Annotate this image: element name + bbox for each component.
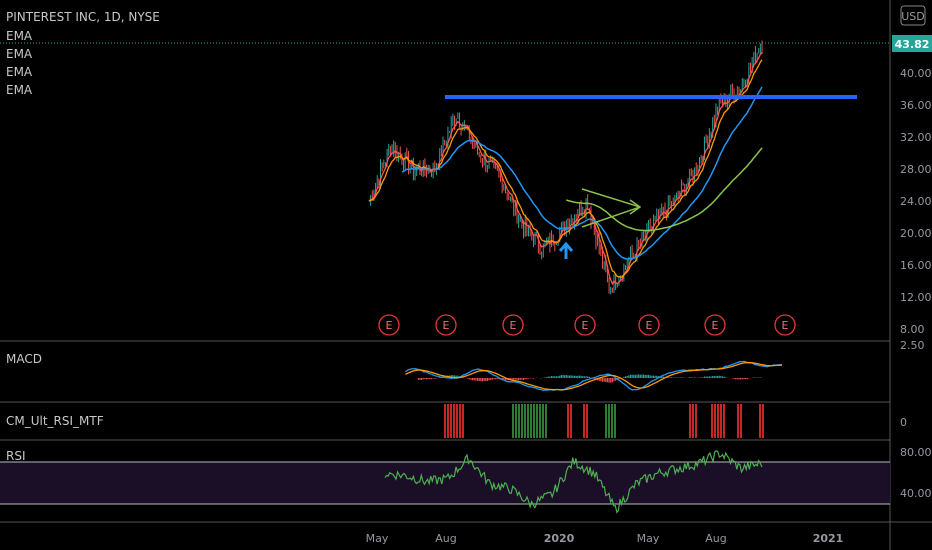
ema-label-2[interactable]: EMA [6, 47, 33, 61]
up-arrow-annotation [558, 241, 574, 259]
earnings-marker-label: E [386, 319, 393, 332]
price-axis[interactable]: 40.00 36.00 32.00 28.00 24.00 20.00 16.00 12.00… [900, 67, 932, 336]
earnings-marker-label: E [443, 319, 450, 332]
price-tick: 12.00 [900, 291, 932, 304]
price-tick: 8.00 [900, 323, 925, 336]
earnings-marker-label: E [782, 319, 789, 332]
earnings-marker-label: E [582, 319, 589, 332]
macd-line [405, 360, 783, 392]
earnings-marker-label: E [510, 319, 517, 332]
time-tick: Aug [705, 532, 726, 545]
rsi-axis-tick-40: 40.00 [900, 487, 932, 500]
ema-label-1[interactable]: EMA [6, 29, 33, 43]
price-tick: 16.00 [900, 259, 932, 272]
rsi-mtf-label[interactable]: CM_Ult_RSI_MTF [6, 414, 104, 428]
ema-slow-line [401, 86, 763, 260]
ema-label-3[interactable]: EMA [6, 65, 33, 79]
time-tick: 2020 [544, 532, 575, 545]
price-tick: 40.00 [900, 67, 932, 80]
rsi-label[interactable]: RSI [6, 449, 26, 463]
earnings-marker-label: E [712, 319, 719, 332]
price-tick: 28.00 [900, 163, 932, 176]
earnings-markers: EEEEEEE [378, 314, 796, 336]
currency-label: USD [901, 10, 925, 23]
macd-panel [405, 360, 783, 392]
macd-label[interactable]: MACD [6, 352, 42, 366]
price-tick: 20.00 [900, 227, 932, 240]
time-tick: Aug [435, 532, 456, 545]
price-tick: 36.00 [900, 99, 932, 112]
price-tick: 24.00 [900, 195, 932, 208]
time-tick: May [366, 532, 389, 545]
rsi-axis-tick-80: 80.00 [900, 446, 932, 459]
time-tick: 2021 [813, 532, 844, 545]
chart-canvas: EEEEEEE PINTEREST INC, 1D, NYSE EMA EMA … [0, 0, 932, 550]
last-price-value: 43.82 [895, 38, 930, 51]
earnings-marker-label: E [646, 319, 653, 332]
time-axis[interactable]: May Aug 2020 May Aug 2021 [366, 532, 844, 545]
symbol-title: PINTEREST INC, 1D, NYSE [6, 10, 160, 24]
time-tick: May [637, 532, 660, 545]
macd-axis-tick: 2.50 [900, 339, 925, 352]
rsi-mtf-panel [444, 404, 764, 438]
rsi-band [0, 462, 890, 504]
price-tick: 32.00 [900, 131, 932, 144]
mtf-axis-tick: 0 [900, 416, 907, 429]
ema-label-4[interactable]: EMA [6, 83, 33, 97]
